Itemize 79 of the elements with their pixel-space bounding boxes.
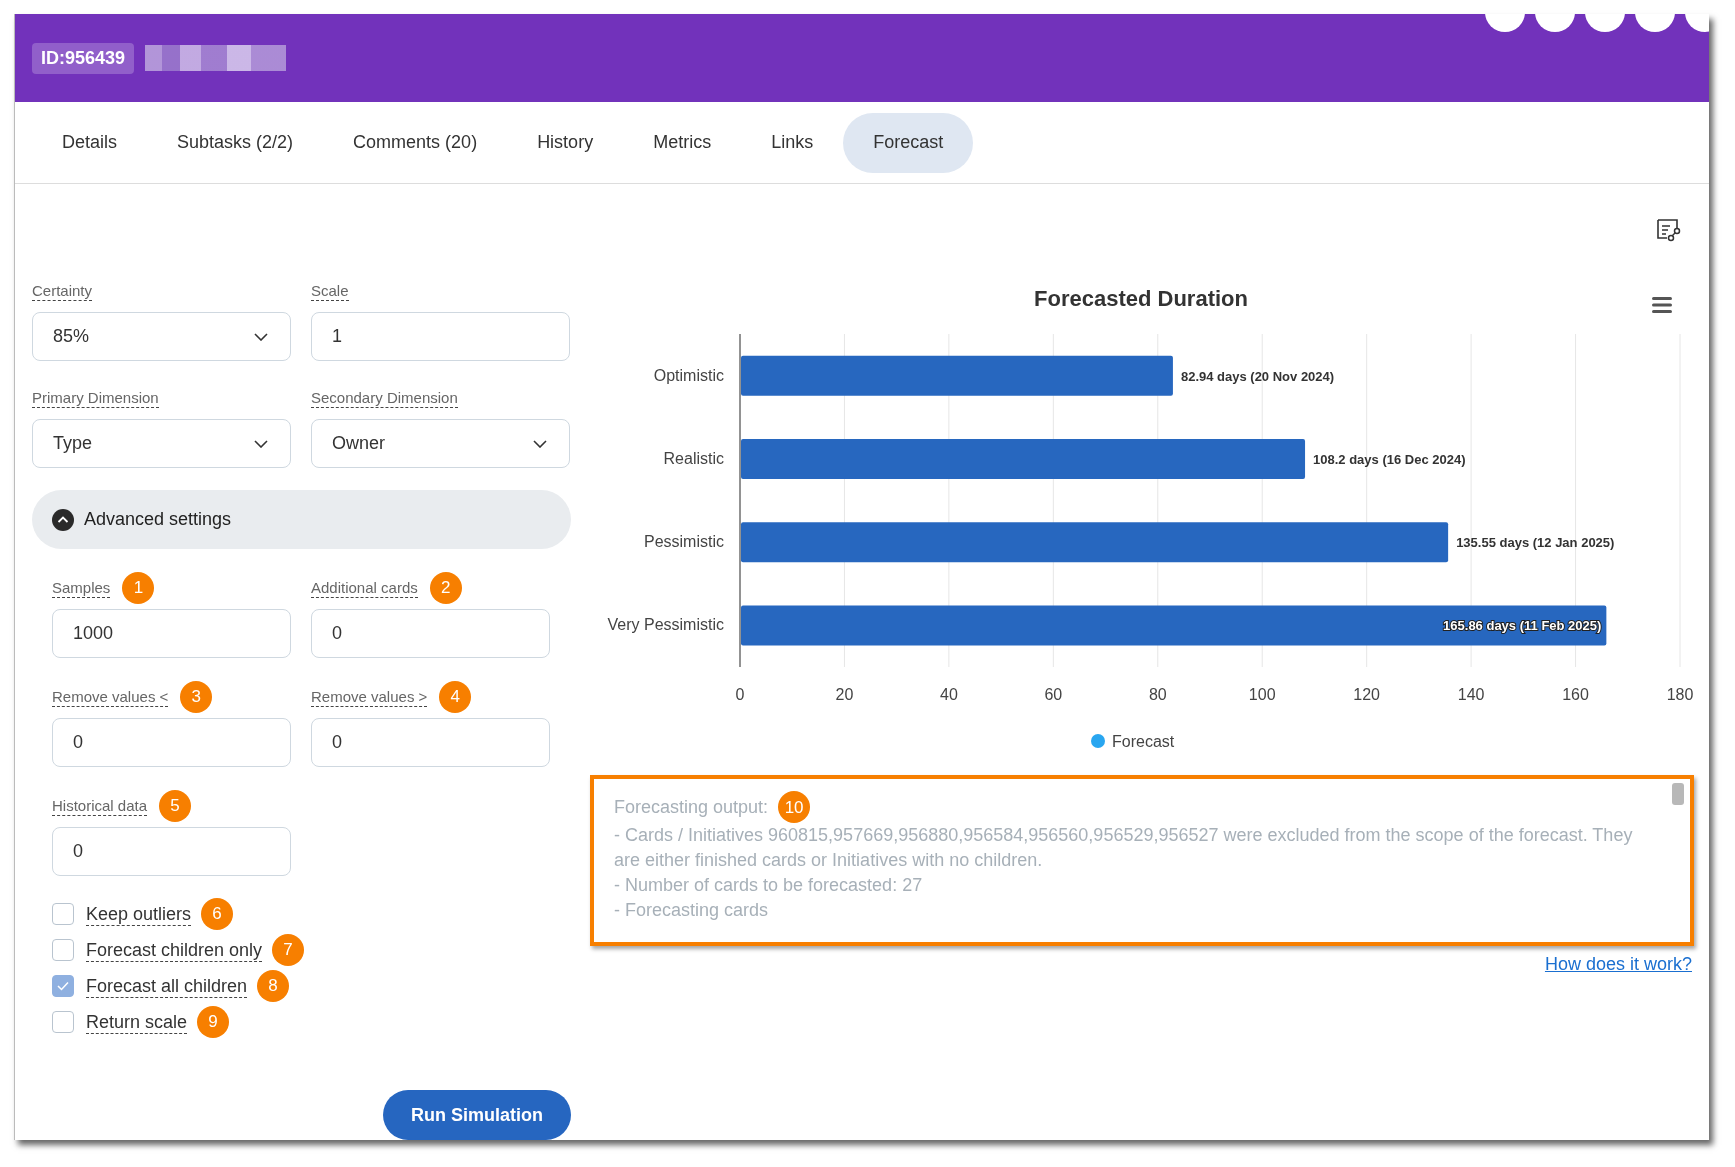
field-label: Historical data <box>52 796 148 816</box>
tick-label: 180 <box>1666 686 1694 703</box>
field-label: Remove values < <box>52 687 169 707</box>
tick-label: 0 <box>735 686 745 703</box>
checkbox-label[interactable]: Return scale <box>86 1010 188 1034</box>
input-field[interactable]: 0 <box>311 609 550 658</box>
tab[interactable]: Metrics <box>623 112 742 173</box>
tick-label: 60 <box>1044 686 1063 703</box>
output-line: Forecasting output: <box>614 795 769 819</box>
legend-label[interactable]: Forecast <box>1112 733 1175 750</box>
callout-number: 3 <box>180 681 213 713</box>
tick-label: 20 <box>835 686 854 703</box>
callout-number: 7 <box>272 934 305 966</box>
input-field[interactable]: 1000 <box>52 609 291 658</box>
filter-settings-icon[interactable] <box>1656 218 1682 242</box>
callout-number: 9 <box>197 1006 230 1038</box>
checkmark-icon <box>57 981 69 991</box>
dropdown[interactable]: Type <box>32 419 291 468</box>
chevron-down-icon <box>254 439 268 448</box>
tick-label: 140 <box>1457 686 1485 703</box>
tab[interactable]: Subtasks (2/2) <box>147 112 324 173</box>
data-label: 82.94 days (20 Nov 2024) <box>1180 368 1335 384</box>
input-field[interactable]: 1 <box>311 312 570 361</box>
data-label: 108.2 days (16 Dec 2024) <box>1313 451 1466 467</box>
data-label: 165.86 days (11 Feb 2025) <box>1443 618 1602 634</box>
category-label: Very Pessimistic <box>607 616 724 634</box>
field-label: Remove values > <box>311 687 428 707</box>
callout-number: 6 <box>201 898 234 930</box>
chevron-down-icon <box>254 332 268 341</box>
advanced-settings-toggle[interactable]: Advanced settings <box>32 490 571 549</box>
callout-number: 1 <box>122 572 155 604</box>
chevron-down-icon <box>533 439 547 448</box>
checkbox-label[interactable]: Keep outliers <box>86 902 192 926</box>
chart-title: Forecasted Duration <box>1034 286 1248 311</box>
checkbox[interactable] <box>52 975 74 997</box>
run-simulation-button[interactable]: Run Simulation <box>383 1090 571 1140</box>
legend-marker-icon <box>1091 734 1105 748</box>
checkbox[interactable] <box>52 939 74 961</box>
field-label: Certainty <box>32 281 93 301</box>
tab[interactable]: Links <box>741 112 844 173</box>
checkbox[interactable] <box>52 1011 74 1033</box>
dropdown[interactable]: Owner <box>311 419 570 468</box>
field-label: Additional cards <box>311 578 418 598</box>
tick-label: 80 <box>1148 686 1167 703</box>
output-line: - Forecasting cards <box>614 899 769 922</box>
callout-number: 10 <box>778 791 811 823</box>
tick-label: 40 <box>940 686 958 703</box>
help-link[interactable]: How does it work? <box>1544 954 1692 975</box>
tab[interactable]: Details <box>32 112 148 173</box>
field-label: Primary Dimension <box>32 388 159 408</box>
tick-label: 160 <box>1562 686 1589 703</box>
output-line: - Cards / Initiatives 960815,957669,956880,956584,956560,956529,956527 were excluded from the scope of the forecast. They are either finished cards or Initiatives with no children. <box>614 824 1634 872</box>
tab[interactable]: Comments (20) <box>323 112 508 173</box>
input-field[interactable]: 0 <box>311 718 550 767</box>
id-label: ID:956439 <box>32 42 135 74</box>
callout-number: 2 <box>429 572 462 604</box>
callout-number: 8 <box>257 970 290 1002</box>
input-field[interactable]: 0 <box>52 827 291 876</box>
tab[interactable]: Forecast <box>843 112 974 173</box>
tick-label: 100 <box>1248 686 1276 703</box>
category-label: Realistic <box>663 449 724 467</box>
data-label: 135.55 days (12 Jan 2025) <box>1456 535 1615 551</box>
input-field[interactable]: 0 <box>52 718 291 767</box>
checkbox-label[interactable]: Forecast children only <box>86 938 263 962</box>
scrollbar-thumb[interactable] <box>1672 783 1684 805</box>
checkbox-label[interactable]: Forecast all children <box>86 974 248 998</box>
dropdown[interactable]: 85% <box>32 312 291 361</box>
field-label: Samples <box>52 578 111 598</box>
callout-number: 5 <box>159 790 192 822</box>
checkbox[interactable] <box>52 903 74 925</box>
field-label: Secondary Dimension <box>311 388 458 408</box>
chart-menu-icon[interactable] <box>1652 297 1672 313</box>
field-label: Scale <box>311 281 349 301</box>
category-label: Optimistic <box>653 366 724 384</box>
output-line: - Number of cards to be forecasted: 27 <box>614 874 923 897</box>
tab[interactable]: History <box>507 112 624 173</box>
category-label: Pessimistic <box>644 533 724 551</box>
callout-number: 4 <box>439 681 472 713</box>
tick-label: 120 <box>1353 686 1380 703</box>
